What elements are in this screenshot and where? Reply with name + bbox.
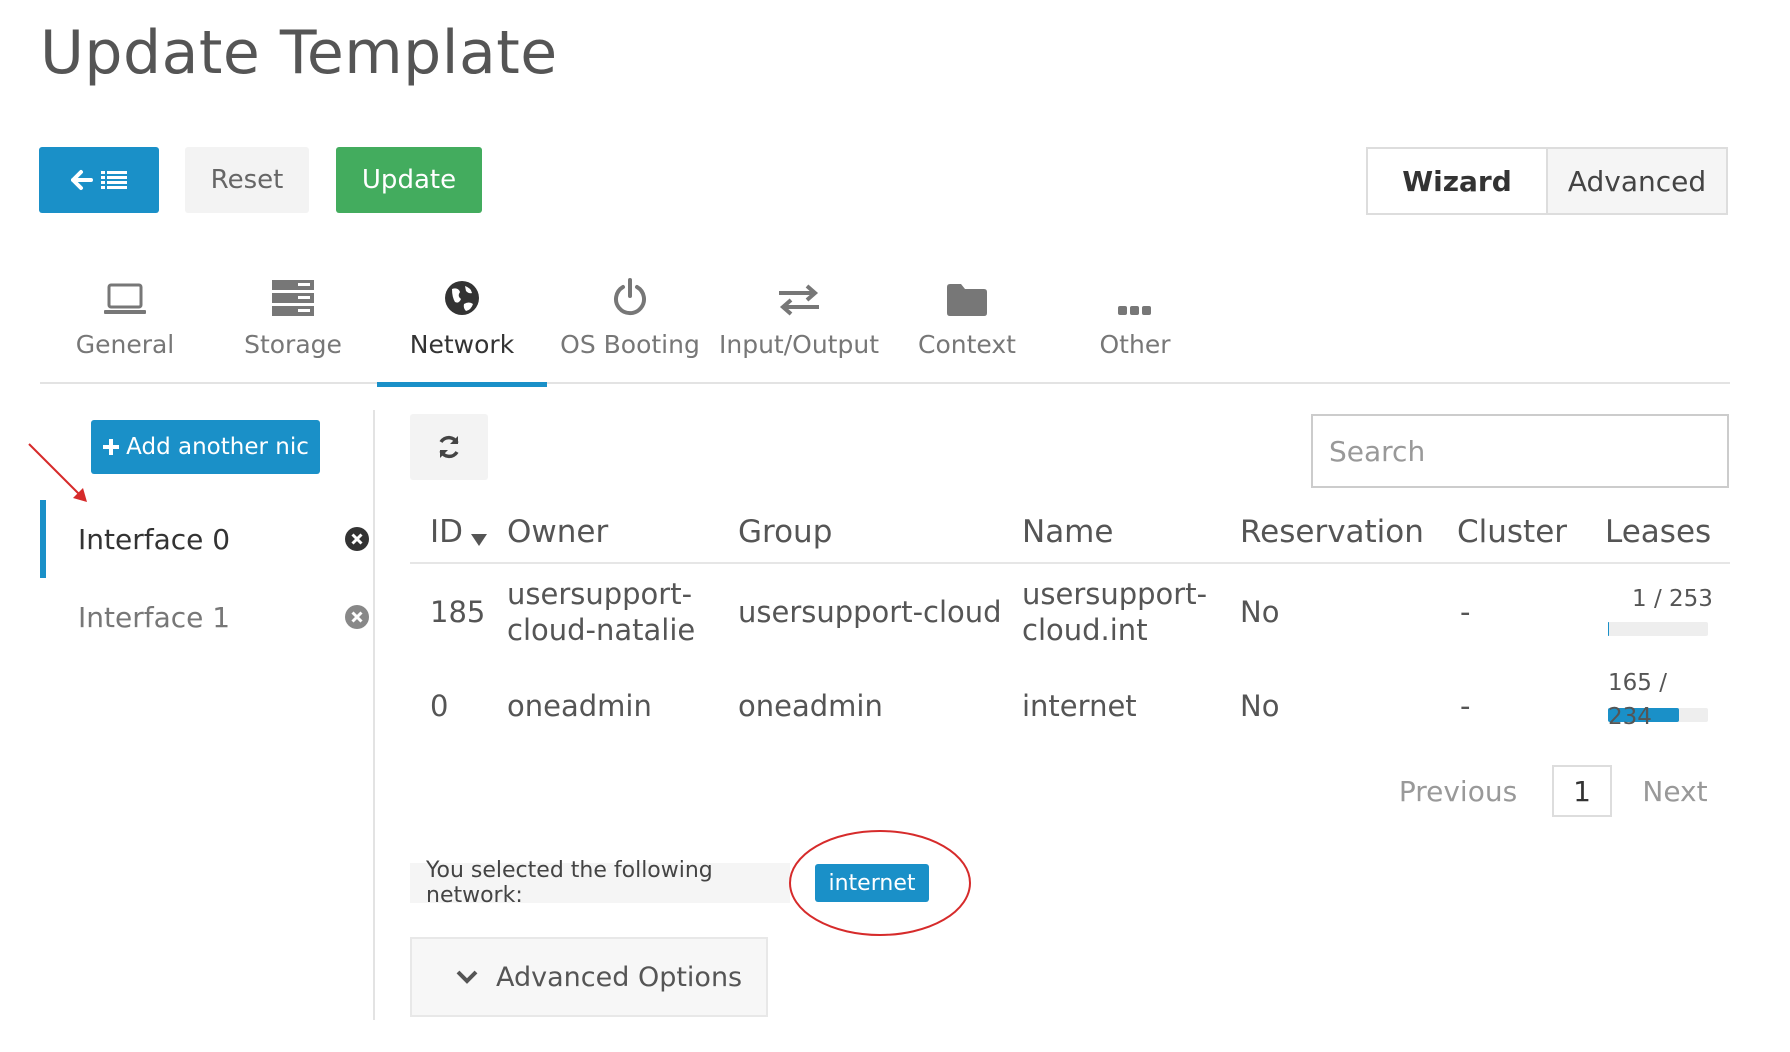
pagination-next[interactable]: Next [1630, 765, 1720, 817]
tab-label: Network [409, 330, 515, 359]
advanced-mode-button[interactable]: Advanced [1546, 149, 1726, 213]
add-nic-button[interactable]: Add another nic [91, 420, 320, 474]
selected-network-tag[interactable]: internet [815, 864, 929, 902]
folder-icon [947, 284, 987, 316]
refresh-button[interactable] [410, 414, 488, 480]
cell-leases-line2: 234 [1608, 704, 1652, 730]
cell-owner: oneadmin [507, 689, 652, 723]
cell-reservation: No [1240, 689, 1280, 723]
tab-other[interactable]: Other [1050, 262, 1220, 384]
page-title: Update Template [40, 18, 558, 88]
cell-id: 0 [430, 689, 449, 723]
cell-leases-text: 1 / 253 [1632, 586, 1713, 612]
remove-nic-icon[interactable] [344, 526, 370, 552]
wizard-mode-button[interactable]: Wizard [1368, 149, 1546, 213]
cell-name: usersupport-cloud.int [1022, 577, 1208, 647]
network-table-header: ID Owner Group Name Reservation Cluster … [410, 508, 1730, 564]
column-header-reservation[interactable]: Reservation [1240, 514, 1424, 550]
cell-reservation: No [1240, 595, 1280, 629]
nic-label: Interface 0 [78, 522, 231, 556]
pagination-previous[interactable]: Previous [1398, 765, 1518, 817]
tab-label: Input/Output [719, 330, 879, 359]
tab-context[interactable]: Context [882, 262, 1052, 384]
cell-cluster: - [1460, 595, 1471, 629]
tab-label: General [75, 330, 175, 359]
plus-icon [103, 439, 120, 455]
cell-leases-line1: 165 / [1608, 670, 1667, 696]
sort-desc-icon [471, 534, 488, 546]
tab-label: Other [1099, 330, 1171, 359]
chevron-down-icon [456, 970, 478, 984]
arrow-left-icon [71, 170, 93, 190]
advanced-options-toggle[interactable]: Advanced Options [410, 937, 768, 1017]
refresh-icon [439, 435, 459, 459]
table-row[interactable]: 0 oneadmin oneadmin internet No - 165 / … [410, 670, 1730, 752]
update-button[interactable]: Update [336, 147, 482, 213]
ellipsis-icon [1118, 306, 1151, 315]
column-header-leases[interactable]: Leases [1605, 514, 1711, 550]
tab-general[interactable]: General [40, 262, 210, 384]
list-icon [101, 171, 127, 189]
nic-item-interface-0[interactable]: Interface 0 [40, 500, 370, 578]
column-header-id[interactable]: ID [430, 514, 488, 550]
cell-group: oneadmin [738, 689, 883, 723]
laptop-icon [104, 283, 146, 314]
back-to-list-button[interactable] [39, 147, 159, 213]
exchange-icon [779, 284, 819, 316]
nic-label: Interface 1 [78, 600, 231, 634]
leases-progress-bar [1608, 622, 1708, 636]
tab-label: Storage [244, 330, 342, 359]
tab-label: OS Booting [560, 330, 700, 359]
cell-id: 185 [430, 595, 486, 629]
add-nic-label: Add another nic [126, 434, 309, 460]
reset-button[interactable]: Reset [185, 147, 309, 213]
cell-owner: usersupport-cloud-natalie [507, 577, 696, 647]
cell-cluster: - [1460, 689, 1471, 723]
tab-network[interactable]: Network [377, 262, 547, 387]
nic-panel: Add another nic Interface 0 Interface 1 [40, 410, 375, 1020]
column-header-name[interactable]: Name [1022, 514, 1113, 550]
globe-icon [445, 281, 479, 315]
cell-group: usersupport-cloud [738, 595, 1002, 629]
advanced-options-label: Advanced Options [496, 961, 743, 993]
tab-label: Context [918, 330, 1016, 359]
search-input[interactable] [1311, 414, 1729, 488]
column-header-cluster[interactable]: Cluster [1457, 514, 1567, 550]
power-icon [614, 278, 646, 316]
tab-os-booting[interactable]: OS Booting [545, 262, 715, 384]
column-header-group[interactable]: Group [738, 514, 832, 550]
nic-item-interface-1[interactable]: Interface 1 [40, 578, 370, 656]
pagination-page[interactable]: 1 [1552, 765, 1612, 817]
table-row[interactable]: 185 usersupport-cloud-natalie usersuppor… [410, 572, 1730, 662]
tab-storage[interactable]: Storage [208, 262, 378, 384]
storage-icon [272, 280, 314, 316]
selected-network-text: You selected the following network: [410, 858, 790, 908]
remove-nic-icon[interactable] [344, 604, 370, 630]
tab-input-output[interactable]: Input/Output [714, 262, 884, 384]
mode-switch: Wizard Advanced [1366, 147, 1728, 215]
template-tabs: General Storage Network OS Booting Input… [40, 262, 1730, 387]
cell-name: internet [1022, 689, 1137, 723]
column-header-owner[interactable]: Owner [507, 514, 608, 550]
